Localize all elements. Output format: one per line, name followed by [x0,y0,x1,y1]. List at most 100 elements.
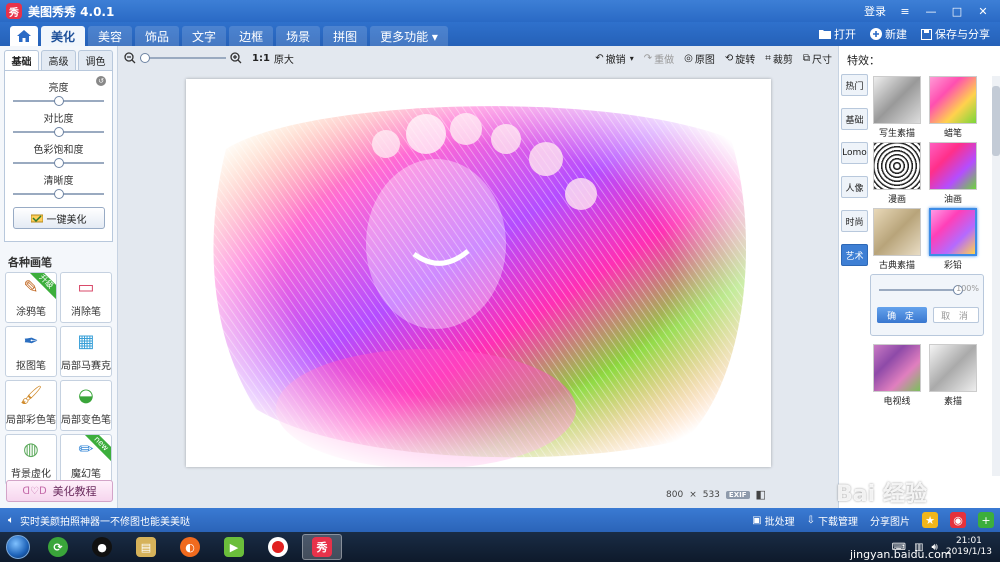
menu-icon[interactable]: ≡ [898,4,912,18]
taskbar-app-meitu[interactable]: 秀 [302,534,342,560]
effect-category-tab-0[interactable]: 热门 [841,74,868,96]
edited-photo[interactable] [186,79,771,467]
home-button[interactable] [10,26,38,46]
open-button[interactable]: 打开 [819,26,856,42]
chevron-down-icon[interactable]: ▾ [630,54,634,63]
menu-tab-0[interactable]: 美化 [41,26,86,46]
menu-tab-1[interactable]: 美容 [88,26,133,46]
taskbar-app-4[interactable]: ◐ [170,534,210,560]
taskbar-app-6[interactable] [258,534,298,560]
effect-item-7[interactable]: 素描 [928,344,978,407]
save-share-button[interactable]: 保存与分享 [921,26,990,42]
maximize-button[interactable]: □ [950,4,964,18]
zoom-out-icon[interactable] [124,52,136,64]
adjust-slider-1[interactable] [13,127,104,137]
subtab-1[interactable]: 高级 [41,50,76,70]
effect-thumbnail[interactable] [929,208,977,256]
adjust-label-1: 对比度 [43,114,74,125]
resize-button[interactable]: ⧉ 尺寸 [803,51,832,66]
subtab-0[interactable]: 基础 [4,50,39,70]
download-manager-link[interactable]: ⇩ 下载管理 [807,513,858,528]
effect-thumbnail[interactable] [873,142,921,190]
crop-button[interactable]: ⌗ 裁剪 [765,51,793,66]
menu-tab-6[interactable]: 拼图 [323,26,368,46]
one-key-beautify-button[interactable]: 一键美化 [12,207,105,229]
brush-6[interactable]: ◍ 背景虚化 [5,434,57,485]
effect-thumbnail[interactable] [929,344,977,392]
adjust-slider-knob-2[interactable] [53,158,64,168]
exif-button[interactable]: EXIF [725,490,750,499]
undo-button[interactable]: ↶ 撤销 ▾ [595,51,633,66]
brush-5[interactable]: ◒ 局部变色笔 [60,380,112,431]
effects-scrollbar[interactable] [992,76,1000,476]
brush-1[interactable]: ▭ 消除笔 [60,272,112,323]
minimize-button[interactable]: — [924,4,938,18]
brush-0[interactable]: ✎ 涂鸦笔 升级 [5,272,57,323]
menu-tab-3[interactable]: 文字 [182,26,227,46]
reset-icon[interactable]: ↺ [96,76,106,86]
taskbar-app-3[interactable]: ▤ [126,534,166,560]
adjust-slider-knob-3[interactable] [53,189,64,199]
effect-item-3[interactable]: 油画 [928,142,978,205]
effect-thumbnail[interactable] [929,142,977,190]
one-to-one-button[interactable]: 1:1 [252,53,270,64]
effect-item-0[interactable]: 写生素描 [872,76,922,139]
effect-item-4[interactable]: 古典素描 [872,208,922,271]
brush-4[interactable]: 🖌︎ 局部彩色笔 [5,380,57,431]
menu-tab-7[interactable]: 更多功能 ▾ [370,26,448,46]
adjust-slider-0[interactable] [13,96,104,106]
zoom-in-icon[interactable] [230,52,242,64]
star-icon[interactable]: ★ [922,512,938,528]
adjust-slider-knob-1[interactable] [53,127,64,137]
effect-item-5[interactable]: 彩铅 [928,208,978,271]
new-button[interactable]: 新建 [870,26,907,42]
menu-tab-5[interactable]: 场景 [276,26,321,46]
effect-item-1[interactable]: 蜡笔 [928,76,978,139]
effect-thumbnail[interactable] [873,208,921,256]
effect-category-tab-2[interactable]: Lomo [841,142,868,164]
clock[interactable]: 21:01 2019/1/13 [946,536,992,558]
effect-thumbnail[interactable] [873,344,921,392]
original-size-label[interactable]: 原大 [274,51,294,66]
weibo-icon[interactable]: ◉ [950,512,966,528]
batch-label: 批处理 [764,516,795,528]
effect-category-tab-5[interactable]: 艺术 [841,244,868,266]
effect-category-tab-1[interactable]: 基础 [841,108,868,130]
zoom-slider-knob[interactable] [140,53,150,63]
tutorial-button[interactable]: ᗡ♡ᗞ 美化教程 [6,480,113,502]
promo-link[interactable]: 🔈︎ 实时美颜拍照神器一不修图也能美美哒 [8,513,190,528]
brush-2[interactable]: ✒ 抠图笔 [5,326,57,377]
taskbar-app-1[interactable]: ⟳ [38,534,78,560]
menu-tab-4[interactable]: 边框 [229,26,274,46]
subtab-2[interactable]: 调色 [78,50,113,70]
share-image-link[interactable]: 分享图片 [870,513,910,528]
effect-thumbnail[interactable] [873,76,921,124]
taskbar-app-5[interactable]: ▶ [214,534,254,560]
add-icon[interactable]: + [978,512,994,528]
taskbar-app-2[interactable]: ● [82,534,122,560]
effect-category-tab-4[interactable]: 时尚 [841,210,868,232]
rotate-button[interactable]: ⟲ 旋转 [725,51,755,66]
brush-7[interactable]: ✏ 魔幻笔 new [60,434,112,485]
zoom-slider[interactable] [140,53,226,63]
adjust-slider-2[interactable] [13,158,104,168]
confirm-button[interactable]: 确 定 [877,307,927,323]
menu-tab-2[interactable]: 饰品 [135,26,180,46]
cancel-button[interactable]: 取 消 [933,307,979,323]
batch-process-link[interactable]: ▣ 批处理 [752,513,794,528]
effect-thumbnail[interactable] [929,76,977,124]
effect-category-tab-3[interactable]: 人像 [841,176,868,198]
start-button[interactable] [2,532,34,562]
adjust-slider-3[interactable] [13,189,104,199]
save-icon [921,28,932,40]
effect-item-6[interactable]: 电视线 [872,344,922,407]
close-button[interactable]: ✕ [976,4,990,18]
effect-intensity-slider[interactable] [879,285,963,295]
brush-3[interactable]: ▦ 局部马赛克 [60,326,112,377]
redo-button[interactable]: ↷ 重做 [644,51,674,66]
original-button[interactable]: ◎ 原图 [684,51,715,66]
adjust-slider-knob-0[interactable] [53,96,64,106]
login-link[interactable]: 登录 [864,3,886,19]
compare-icon[interactable]: ◧ [756,488,766,501]
effect-item-2[interactable]: 漫画 [872,142,922,205]
